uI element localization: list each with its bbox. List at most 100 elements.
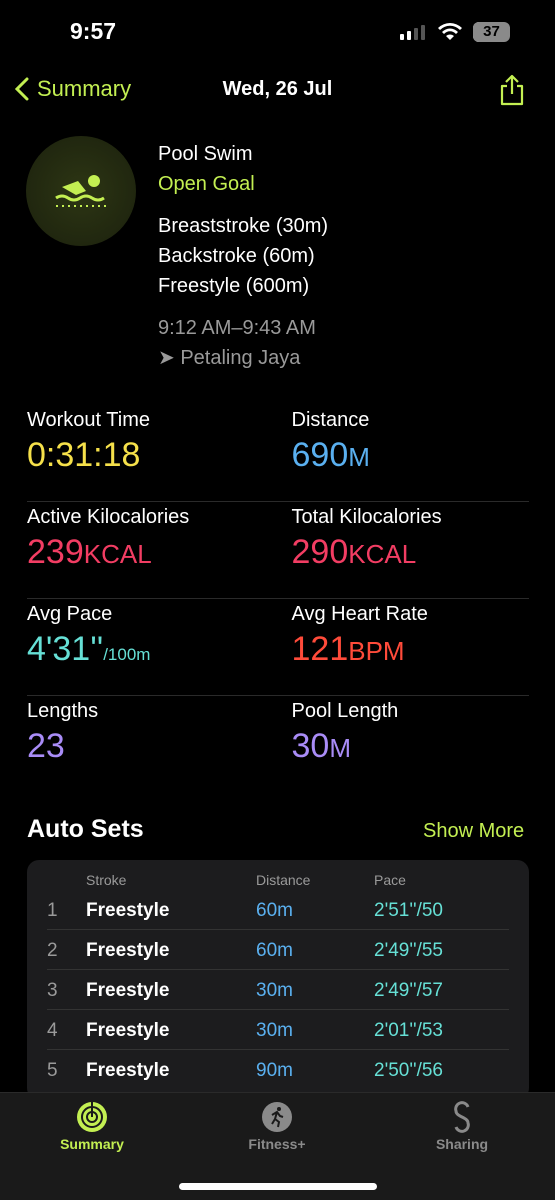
set-number: 5 (47, 1060, 58, 1081)
metric-unit: KCAL (348, 539, 417, 569)
metrics-row: Workout Time 0:31:18 Distance 690M (27, 405, 529, 502)
metrics-grid: Workout Time 0:31:18 Distance 690M Active Ki… (27, 405, 529, 793)
metric-value: 23 (27, 727, 265, 766)
metric-unit: M (329, 733, 351, 763)
metric-label: Avg Pace (27, 603, 113, 625)
set-stroke: Freestyle (86, 980, 170, 1001)
home-indicator (179, 1183, 377, 1190)
metric-number: 690 (291, 436, 349, 474)
cellular-signal-icon (400, 25, 425, 40)
set-pace: 2'49''/57 (374, 980, 443, 1001)
metric: Avg Heart Rate 121BPM (265, 603, 530, 695)
workout-type: Pool Swim (158, 143, 253, 165)
metric-label: Pool Length (291, 700, 399, 722)
metrics-row: Active Kilocalories 239KCAL Total Kilocalo… (27, 502, 529, 599)
metric-number: 0:31:18 (27, 436, 141, 474)
metric-label: Total Kilocalories (291, 506, 442, 528)
metric-value: 690M (292, 436, 530, 475)
metric-value: 0:31:18 (27, 436, 265, 475)
metric-number: 239 (27, 533, 84, 571)
stroke-item: Breaststroke (30m) (158, 215, 329, 237)
set-stroke: Freestyle (86, 900, 170, 921)
tab-fitness-plus[interactable]: Fitness+ (217, 1101, 337, 1152)
workout-badge (26, 136, 136, 246)
set-number: 2 (47, 940, 58, 961)
tab-sharing[interactable]: Sharing (402, 1101, 522, 1152)
wifi-icon (438, 23, 462, 40)
set-distance: 60m (256, 940, 293, 961)
metric-number: 290 (291, 533, 349, 571)
table-row[interactable]: 2 Freestyle 60m 2'49''/55 (47, 930, 509, 970)
metric: Distance 690M (265, 409, 530, 501)
table-row[interactable]: 5 Freestyle 90m 2'50''/56 (47, 1050, 509, 1090)
tab-label: Fitness+ (248, 1136, 306, 1152)
location: ➤ Petaling Jaya (158, 343, 328, 373)
set-number: 1 (47, 900, 58, 921)
header-stroke: Stroke (86, 872, 127, 888)
stroke-item: Backstroke (60m) (158, 245, 315, 267)
set-pace: 2'50''/56 (374, 1060, 443, 1081)
time-range: 9:12 AM–9:43 AM (158, 317, 316, 339)
activity-rings-icon (77, 1102, 107, 1132)
page-title: Wed, 26 Jul (222, 78, 333, 100)
metric-value: 4'31''/100m (27, 630, 265, 669)
header-distance: Distance (256, 872, 311, 888)
metric-value: 121BPM (292, 630, 530, 669)
swimmer-icon (55, 175, 106, 207)
metric-label: Workout Time (27, 409, 150, 431)
metric-label: Avg Heart Rate (291, 603, 428, 625)
metric-unit: BPM (348, 636, 405, 666)
battery-indicator: 37 (473, 22, 510, 42)
stroke-item: Freestyle (600m) (158, 275, 310, 297)
set-number: 4 (47, 1020, 58, 1041)
metric-unit: KCAL (83, 539, 152, 569)
workout-goal: Open Goal (158, 173, 255, 195)
metric-label: Distance (291, 409, 370, 431)
metric-number: 4'31'' (27, 630, 104, 668)
set-number: 3 (47, 980, 58, 1001)
table-row[interactable]: 4 Freestyle 30m 2'01''/53 (47, 1010, 509, 1050)
metric-number: 30 (291, 727, 330, 765)
set-distance: 60m (256, 900, 293, 921)
set-pace: 2'51''/50 (374, 900, 443, 921)
metric-unit: M (348, 442, 370, 472)
metric-value: 239KCAL (27, 533, 265, 572)
tab-label: Sharing (435, 1136, 489, 1152)
set-stroke: Freestyle (86, 1060, 170, 1081)
workout-info: Pool Swim Open Goal Breaststroke (30m) B… (158, 139, 328, 373)
metric: Pool Length 30M (265, 700, 530, 793)
tab-summary[interactable]: Summary (32, 1101, 152, 1152)
metric: Total Kilocalories 290KCAL (265, 506, 530, 598)
tab-label: Summary (60, 1136, 124, 1152)
location-arrow-icon: ➤ (158, 347, 175, 369)
set-stroke: Freestyle (86, 940, 170, 961)
auto-sets-table: Stroke Distance Pace 1 Freestyle 60m 2'51''… (27, 860, 529, 1100)
metric-number: 121 (291, 630, 349, 668)
set-pace: 2'49''/55 (374, 940, 443, 961)
metric-number: 23 (27, 727, 65, 765)
table-row[interactable]: 3 Freestyle 30m 2'49''/57 (47, 970, 509, 1010)
show-more-link[interactable]: Show More (423, 820, 524, 843)
header-pace: Pace (374, 872, 406, 888)
metric: Active Kilocalories 239KCAL (27, 506, 265, 598)
metric: Lengths 23 (27, 700, 265, 793)
metric-label: Active Kilocalories (27, 506, 190, 528)
share-icon[interactable] (498, 74, 526, 106)
set-distance: 90m (256, 1060, 293, 1081)
metric: Workout Time 0:31:18 (27, 409, 265, 501)
metrics-row: Avg Pace 4'31''/100m Avg Heart Rate 121BPM (27, 599, 529, 696)
status-time: 9:57 (70, 18, 117, 44)
table-row[interactable]: 1 Freestyle 60m 2'51''/50 (47, 890, 509, 930)
set-distance: 30m (256, 1020, 293, 1041)
runner-icon (262, 1102, 292, 1132)
auto-sets-title: Auto Sets (27, 815, 144, 843)
set-distance: 30m (256, 980, 293, 1001)
metric-value: 30M (292, 727, 530, 766)
metric-value: 290KCAL (292, 533, 530, 572)
location-name: Petaling Jaya (180, 347, 301, 369)
metric-label: Lengths (27, 700, 99, 722)
sharing-icon (454, 1101, 470, 1133)
set-stroke: Freestyle (86, 1020, 170, 1041)
metrics-row: Lengths 23 Pool Length 30M (27, 696, 529, 793)
metric: Avg Pace 4'31''/100m (27, 603, 265, 695)
